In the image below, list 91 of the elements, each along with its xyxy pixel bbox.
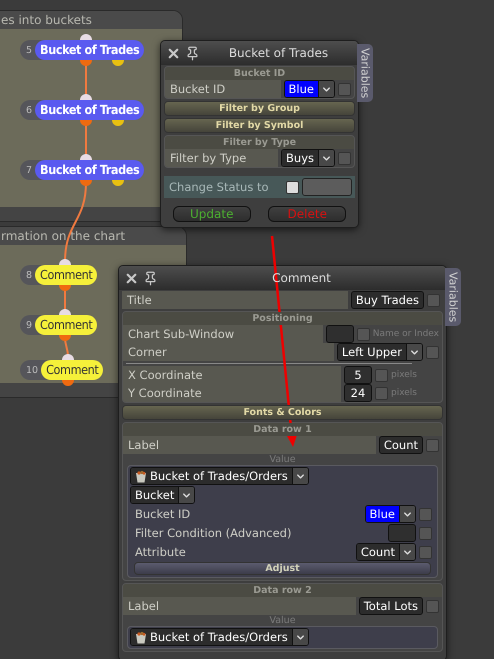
dropdown[interactable]: Bucket of Trades/Orders <box>130 467 309 485</box>
checkbox[interactable] <box>375 368 388 382</box>
output-port[interactable] <box>80 180 92 186</box>
output-port[interactable] <box>59 335 71 341</box>
text-field[interactable]: Count <box>378 436 423 454</box>
field-label: Filter Condition (Advanced) <box>134 525 292 542</box>
group-title: rmation on the chart <box>0 227 186 245</box>
checkbox[interactable] <box>419 508 432 520</box>
graph-node[interactable]: 10 Comment <box>20 360 104 380</box>
dropdown[interactable]: Blue <box>364 505 416 523</box>
checkbox[interactable] <box>356 328 370 340</box>
graph-node[interactable]: 8 Comment <box>20 265 98 285</box>
field-label: Attribute <box>134 544 187 561</box>
node-label: Comment <box>35 315 98 335</box>
close-icon[interactable] <box>166 46 181 60</box>
checkbox[interactable] <box>426 346 439 358</box>
node-number: 5 <box>25 44 34 56</box>
dropdown[interactable]: Bucket of Trades/Orders <box>130 628 309 646</box>
input-port[interactable] <box>80 34 92 40</box>
update-button[interactable]: Update <box>172 206 251 222</box>
input-field[interactable] <box>388 524 416 542</box>
input-port[interactable] <box>59 259 71 265</box>
side-tab[interactable]: Variables <box>445 268 461 326</box>
node-label: Bucket of Trades <box>35 100 144 120</box>
checkbox[interactable] <box>427 294 440 306</box>
input-port[interactable] <box>80 154 92 160</box>
bucket-icon <box>135 630 147 644</box>
output-port[interactable] <box>62 380 74 386</box>
dropdown[interactable]: Buys <box>281 149 335 167</box>
field-label: Label <box>123 597 356 615</box>
input-port[interactable] <box>62 354 74 360</box>
side-port[interactable] <box>112 120 124 126</box>
side-port[interactable] <box>112 180 124 186</box>
field-label: Y Coordinate <box>123 384 341 402</box>
checkbox[interactable] <box>375 386 388 400</box>
dropdown[interactable]: Bucket <box>130 486 196 504</box>
group-title: es into buckets <box>0 11 182 29</box>
input-port[interactable] <box>59 309 71 315</box>
node-number: 8 <box>25 270 34 280</box>
checkbox[interactable] <box>426 600 439 612</box>
field-label: Change Status to <box>168 179 270 196</box>
pin-icon[interactable] <box>143 270 158 286</box>
side-port[interactable] <box>112 60 124 66</box>
text-field[interactable]: Buy Trades <box>350 291 424 309</box>
node-label: Comment <box>35 265 98 285</box>
output-port[interactable] <box>59 285 71 291</box>
bucket-icon <box>135 470 147 482</box>
input-field[interactable] <box>326 325 354 343</box>
node-number: 10 <box>25 364 40 376</box>
checkbox[interactable] <box>286 180 299 194</box>
output-port[interactable] <box>80 120 92 126</box>
node-number: 9 <box>25 320 34 330</box>
field-label: Title <box>122 291 348 309</box>
side-tab[interactable]: Variables <box>357 44 373 102</box>
dropdown[interactable]: Blue <box>284 80 335 98</box>
graph-node[interactable]: 9 Comment <box>20 315 98 335</box>
field-label: Bucket ID <box>165 80 281 98</box>
adjust-button[interactable]: Adjust <box>134 562 431 575</box>
dropdown[interactable]: Count <box>356 543 416 561</box>
field-label: Chart Sub-Window <box>123 325 323 343</box>
pin-icon[interactable] <box>185 46 200 60</box>
input-port[interactable] <box>80 94 92 100</box>
section-header[interactable]: Fonts & Colors <box>122 405 443 420</box>
field-label: Label <box>123 436 376 454</box>
node-label: Bucket of Trades <box>35 160 144 180</box>
close-icon[interactable] <box>124 270 139 286</box>
checkbox[interactable] <box>338 152 351 164</box>
checkbox[interactable] <box>338 82 351 96</box>
input-field[interactable]: 24 <box>344 384 372 402</box>
field-label: X Coordinate <box>123 366 341 384</box>
graph-node[interactable]: 5 Bucket of Trades <box>20 40 144 60</box>
text-field[interactable]: Total Lots <box>358 597 423 615</box>
node-number: 6 <box>25 104 34 116</box>
graph-node[interactable]: 6 Bucket of Trades <box>20 100 144 120</box>
input-field[interactable]: 5 <box>344 366 372 384</box>
input-field[interactable] <box>302 178 352 196</box>
field-label: Corner <box>123 343 334 361</box>
checkbox[interactable] <box>419 546 432 558</box>
output-port[interactable] <box>80 60 92 66</box>
node-label: Comment <box>41 360 104 380</box>
checkbox[interactable] <box>426 438 439 452</box>
field-label: Bucket ID <box>134 506 192 523</box>
section-header[interactable]: Filter by Group <box>164 101 355 116</box>
checkbox[interactable] <box>419 526 432 540</box>
node-number: 7 <box>25 164 34 176</box>
graph-node[interactable]: 7 Bucket of Trades <box>20 160 144 180</box>
dropdown[interactable]: Left Upper <box>336 343 423 361</box>
window-title: Bucket of Trades <box>228 46 330 60</box>
node-label: Bucket of Trades <box>35 40 144 60</box>
section-header[interactable]: Filter by Symbol <box>164 118 355 133</box>
field-label: Filter by Type <box>165 149 278 167</box>
